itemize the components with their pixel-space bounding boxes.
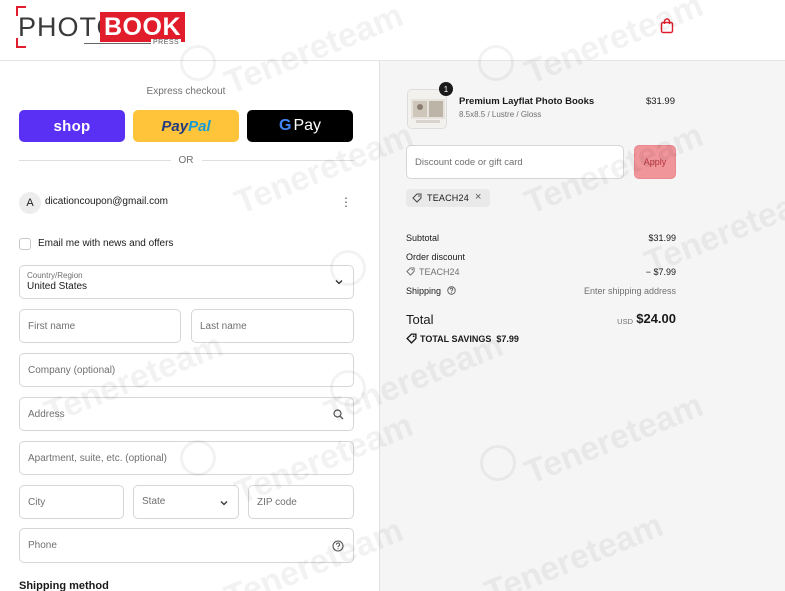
- last-name-input[interactable]: Last name: [191, 309, 354, 343]
- last-name-placeholder: Last name: [200, 321, 247, 332]
- google-pay-label: Pay: [293, 117, 322, 134]
- chevron-down-icon: [335, 280, 343, 285]
- header: PHOTO BOOK PRESS: [0, 0, 785, 61]
- tag-icon: [406, 333, 417, 344]
- more-vertical-icon[interactable]: ⋮: [340, 196, 352, 208]
- phone-placeholder: Phone: [28, 540, 57, 551]
- apartment-input[interactable]: Apartment, suite, etc. (optional): [19, 441, 354, 475]
- photo-book-image: [408, 90, 446, 128]
- paypal-button[interactable]: Pay Pal: [133, 110, 239, 142]
- first-name-placeholder: First name: [28, 321, 76, 332]
- total-row: Total USD $24.00: [406, 311, 676, 329]
- applied-discount-code: TEACH24: [427, 193, 469, 203]
- newsletter-label: Email me with news and offers: [38, 238, 174, 249]
- help-circle-icon[interactable]: [446, 286, 456, 295]
- discount-code-line: TEACH24: [406, 267, 460, 277]
- company-input[interactable]: Company (optional): [19, 353, 354, 387]
- country-label: Country/Region: [27, 271, 83, 280]
- logo-press-text: PRESS: [151, 39, 182, 46]
- cart-line-item: 1 Premium Layflat Photo Books 8.5x8.5 / …: [407, 82, 675, 131]
- avatar: A: [19, 192, 41, 214]
- shipping-row: Shipping Enter shipping address: [406, 286, 676, 300]
- total-savings: TOTAL SAVINGS $7.99: [406, 333, 519, 344]
- or-divider-label: OR: [178, 155, 194, 166]
- state-select[interactable]: State: [133, 485, 239, 519]
- checkout-form-panel: Express checkout shop Pay Pal G Pay OR A d…: [0, 61, 379, 591]
- shop-pay-label: shop: [53, 117, 91, 135]
- zip-placeholder: ZIP code: [257, 497, 297, 508]
- company-placeholder: Company (optional): [28, 365, 116, 376]
- shop-pay-button[interactable]: shop: [19, 110, 125, 142]
- product-name: Premium Layflat Photo Books: [459, 96, 595, 107]
- discount-code-text: TEACH24: [419, 267, 460, 277]
- apartment-placeholder: Apartment, suite, etc. (optional): [28, 453, 167, 464]
- account-row: A dicationcoupon@gmail.com ⋮: [19, 192, 354, 214]
- city-input[interactable]: City: [19, 485, 124, 519]
- state-placeholder: State: [142, 496, 166, 507]
- discount-placeholder: Discount code or gift card: [415, 157, 523, 168]
- product-variant: 8.5x8.5 / Lustre / Gloss: [459, 110, 542, 119]
- address-input[interactable]: Address: [19, 397, 354, 431]
- city-placeholder: City: [28, 497, 46, 508]
- account-email: dicationcoupon@gmail.com: [45, 196, 168, 207]
- discount-value: − $7.99: [645, 267, 676, 277]
- photobook-press-logo[interactable]: PHOTO BOOK PRESS: [16, 6, 185, 48]
- tag-icon: [406, 267, 415, 276]
- help-circle-icon[interactable]: [332, 540, 344, 552]
- paypal-label-pay: Pay: [161, 117, 189, 135]
- discount-code-row: TEACH24 − $7.99: [406, 267, 676, 281]
- close-icon[interactable]: ×: [475, 191, 481, 203]
- shipping-method-heading: Shipping method: [19, 580, 109, 591]
- subtotal-value: $31.99: [648, 233, 676, 243]
- applied-discount-chip: TEACH24 ×: [406, 189, 490, 207]
- subtotal-label: Subtotal: [406, 233, 440, 243]
- country-select[interactable]: Country/Region United States: [19, 265, 354, 299]
- logo-book-text: BOOK: [100, 12, 185, 42]
- order-discount-row: Order discount: [406, 252, 676, 266]
- search-icon: [333, 409, 344, 420]
- shipping-label: Shipping: [406, 286, 442, 296]
- shopping-bag-icon[interactable]: [660, 18, 674, 34]
- subtotal-row: Subtotal $31.99: [406, 233, 676, 247]
- total-value: $24.00: [636, 311, 676, 326]
- newsletter-checkbox[interactable]: [19, 238, 31, 250]
- first-name-input[interactable]: First name: [19, 309, 181, 343]
- express-checkout-label: Express checkout: [146, 86, 226, 97]
- quantity-badge: 1: [439, 82, 453, 96]
- paypal-label-pal: Pal: [188, 117, 211, 135]
- tag-icon: [412, 193, 422, 203]
- chevron-down-icon: [220, 501, 228, 506]
- total-savings-label: TOTAL SAVINGS: [420, 334, 492, 344]
- apply-discount-button[interactable]: Apply: [634, 145, 676, 179]
- discount-code-input[interactable]: Discount code or gift card: [406, 145, 624, 179]
- total-currency: USD: [617, 317, 633, 326]
- phone-input[interactable]: Phone: [19, 528, 354, 563]
- zip-input[interactable]: ZIP code: [248, 485, 354, 519]
- google-pay-button[interactable]: G Pay: [247, 110, 353, 142]
- address-placeholder: Address: [28, 409, 65, 420]
- total-label: Total: [406, 312, 434, 327]
- product-thumbnail: [407, 89, 447, 129]
- shipping-line: Shipping: [406, 286, 456, 296]
- google-g-icon: G: [278, 117, 292, 134]
- product-price: $31.99: [645, 96, 675, 107]
- shipping-value: Enter shipping address: [583, 286, 676, 296]
- order-summary-panel: 1 Premium Layflat Photo Books 8.5x8.5 / …: [379, 61, 785, 591]
- country-value: United States: [27, 281, 88, 292]
- total-savings-value: $7.99: [496, 334, 519, 344]
- order-discount-label: Order discount: [406, 252, 466, 262]
